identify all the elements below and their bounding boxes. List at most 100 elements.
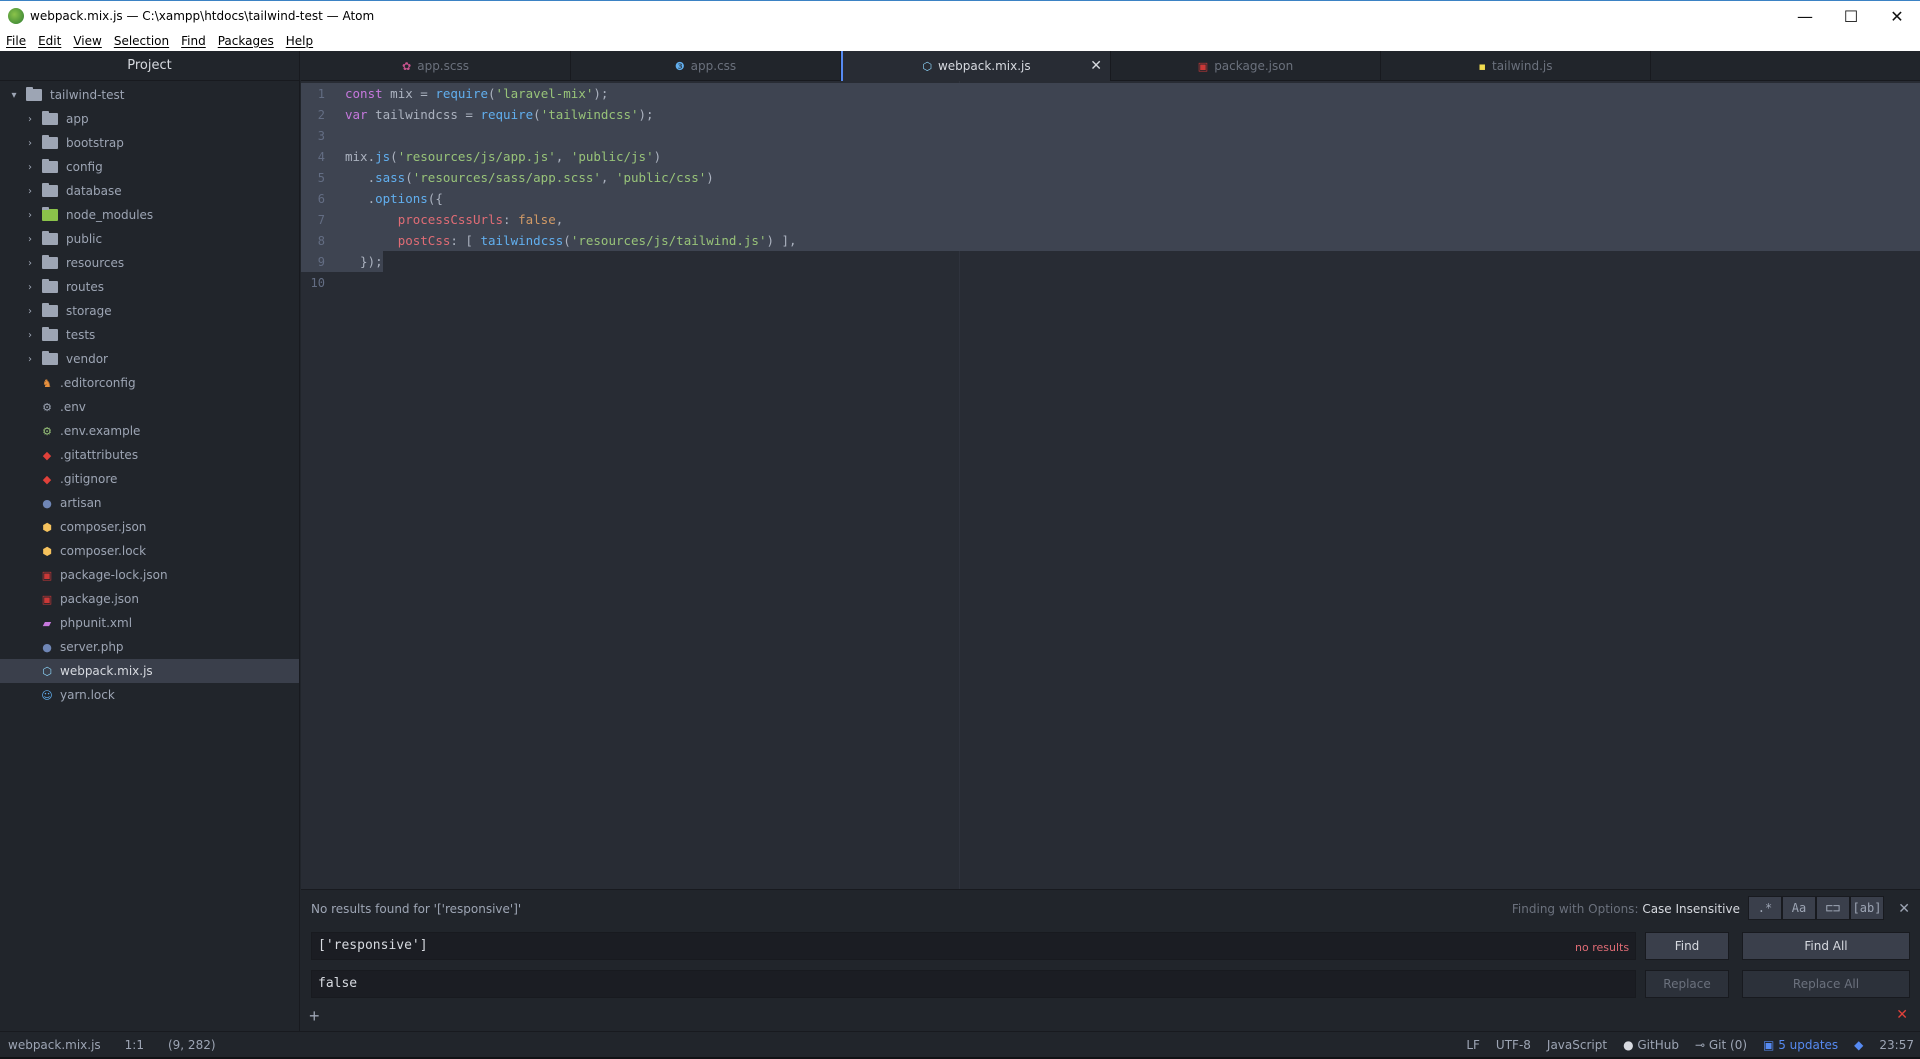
phpunit-icon: ▰ <box>42 616 52 630</box>
tab-webpack-mix-js[interactable]: ⬡ webpack.mix.js ✕ <box>841 51 1111 81</box>
github-label: GitHub <box>1637 1038 1679 1052</box>
tree-file-label: webpack.mix.js <box>60 664 153 678</box>
tree-file-label: .env.example <box>60 424 141 438</box>
tree-root[interactable]: ▾ tailwind-test <box>0 83 299 107</box>
menu-packages[interactable]: Packages <box>212 34 280 48</box>
case-sensitive-toggle[interactable]: Aa <box>1782 896 1816 920</box>
tree-file-item[interactable]: ⬢ composer.lock <box>0 539 299 563</box>
tree-folder-tests[interactable]: › tests <box>0 323 299 347</box>
tree-file-item[interactable]: ⚙ .env <box>0 395 299 419</box>
code-line[interactable]: 2 var tailwindcss = require('tailwindcss'… <box>301 104 1920 125</box>
status-file[interactable]: webpack.mix.js <box>8 1038 101 1052</box>
tab-package-json[interactable]: ▣ package.json <box>1111 51 1381 81</box>
status-right: LF UTF-8 JavaScript ● GitHub ⊸ Git (0) ▣… <box>1466 1032 1914 1058</box>
menu-edit[interactable]: Edit <box>32 34 67 48</box>
code-line[interactable]: 6 .options({ <box>301 188 1920 209</box>
tree-folder-database[interactable]: › database <box>0 179 299 203</box>
close-find-icon[interactable]: ✕ <box>1898 900 1910 917</box>
tree-folder-vendor[interactable]: › vendor <box>0 347 299 371</box>
tree-folder-label: config <box>66 160 103 174</box>
status-squirrel-icon[interactable]: ◆ <box>1854 1038 1863 1052</box>
tree-file-label: composer.lock <box>60 544 147 558</box>
line-number: 1 <box>317 86 325 101</box>
code-line[interactable]: 9 }); <box>301 251 383 272</box>
menu-view[interactable]: View <box>67 34 107 48</box>
whole-word-toggle[interactable]: [ab] <box>1850 896 1884 920</box>
code-line[interactable]: 4 mix.js('resources/js/app.js', 'public/j… <box>301 146 1920 167</box>
close-tab-icon[interactable]: ✕ <box>1090 58 1102 74</box>
tab-tailwind-js[interactable]: ▪ tailwind.js <box>1381 51 1651 81</box>
tree-file-item[interactable]: ◆ .gitignore <box>0 467 299 491</box>
tree-file-item[interactable]: ▰ phpunit.xml <box>0 611 299 635</box>
code-editor[interactable]: 1 const mix = require('laravel-mix'); 2 var… <box>301 81 1920 889</box>
find-message: No results found for '['responsive']' <box>311 902 522 916</box>
tree-folder-storage[interactable]: › storage <box>0 299 299 323</box>
in-selection-toggle[interactable]: ⊏⊐ <box>1816 896 1850 920</box>
close-window-button[interactable]: ✕ <box>1874 1 1920 31</box>
code-line[interactable]: 3 <box>301 125 1920 146</box>
editorconfig-icon: ♞ <box>42 376 52 390</box>
tab-app-scss[interactable]: ✿ app.scss <box>301 51 571 81</box>
code-line[interactable]: 5 .sass('resources/sass/app.scss', 'publ… <box>301 167 1920 188</box>
git-icon: ◆ <box>42 448 52 462</box>
code-line[interactable]: 8 postCss: [ tailwindcss('resources/js/t… <box>301 230 1920 251</box>
find-options-value: Case Insensitive <box>1642 902 1740 916</box>
tree-folder-config[interactable]: › config <box>0 155 299 179</box>
code-text: var tailwindcss = require('tailwindcss')… <box>345 107 654 122</box>
menu-help[interactable]: Help <box>280 34 319 48</box>
tree-file-item[interactable]: ▣ package-lock.json <box>0 563 299 587</box>
status-cursor[interactable]: 1:1 <box>125 1038 144 1052</box>
tab-app-css[interactable]: ❸ app.css <box>571 51 841 81</box>
status-grammar[interactable]: JavaScript <box>1547 1038 1607 1052</box>
tree-file-item[interactable]: ♞ .editorconfig <box>0 371 299 395</box>
tree-file-item[interactable]: ⚙ .env.example <box>0 419 299 443</box>
tree-file-item[interactable]: ● server.php <box>0 635 299 659</box>
status-line-ending[interactable]: LF <box>1466 1038 1480 1052</box>
tree-folder-label: tests <box>66 328 96 342</box>
minimize-button[interactable]: — <box>1782 1 1828 31</box>
js-icon: ▪ <box>1478 59 1486 73</box>
code-line[interactable]: 7 processCssUrls: false, <box>301 209 1920 230</box>
menu-find[interactable]: Find <box>175 34 212 48</box>
git-commit-icon: ⊸ <box>1694 1038 1706 1052</box>
regex-toggle[interactable]: .* <box>1748 896 1782 920</box>
line-number: 8 <box>317 233 325 248</box>
code-line[interactable]: 1 const mix = require('laravel-mix'); <box>301 83 1920 104</box>
tree-file-item[interactable]: ◆ .gitattributes <box>0 443 299 467</box>
tree-file-item[interactable]: ☺ yarn.lock <box>0 683 299 707</box>
close-panel-icon[interactable]: ✕ <box>1896 1006 1908 1023</box>
status-updates[interactable]: ▣ 5 updates <box>1763 1038 1838 1052</box>
tree-folder-bootstrap[interactable]: › bootstrap <box>0 131 299 155</box>
tree-folder-label: resources <box>66 256 125 270</box>
status-github[interactable]: ● GitHub <box>1623 1038 1679 1052</box>
replace-input[interactable]: false <box>311 970 1636 998</box>
replace-all-button[interactable]: Replace All <box>1742 970 1910 998</box>
tree-folder-routes[interactable]: › routes <box>0 275 299 299</box>
tree-file-item[interactable]: ⬡ webpack.mix.js <box>0 659 299 683</box>
tree-folder-public[interactable]: › public <box>0 227 299 251</box>
status-git[interactable]: ⊸ Git (0) <box>1695 1038 1747 1052</box>
tree-file-item[interactable]: ⬢ composer.json <box>0 515 299 539</box>
tree-folder-app[interactable]: › app <box>0 107 299 131</box>
plus-icon[interactable]: + <box>309 1006 320 1027</box>
find-all-button[interactable]: Find All <box>1742 932 1910 960</box>
find-input[interactable]: ['responsive'] <box>311 932 1636 960</box>
tree-header: Project <box>0 51 299 81</box>
tree-folder-node_modules[interactable]: › node_modules <box>0 203 299 227</box>
maximize-button[interactable]: ☐ <box>1828 1 1874 31</box>
code-line[interactable]: 10 <box>301 272 1920 293</box>
menu-file[interactable]: File <box>0 34 32 48</box>
replace-button[interactable]: Replace <box>1645 970 1729 998</box>
folder-icon <box>42 303 58 317</box>
project-tree-panel: Project ▾ tailwind-test › app › bootstrap › c… <box>0 51 300 1031</box>
npm-icon: ▣ <box>41 568 53 582</box>
php-icon: ● <box>42 640 52 654</box>
status-selection: (9, 282) <box>167 1037 216 1052</box>
tree-file-item[interactable]: ● artisan <box>0 491 299 515</box>
menu-selection[interactable]: Selection <box>108 34 175 48</box>
webpack-icon: ⬡ <box>42 664 52 678</box>
status-encoding[interactable]: UTF-8 <box>1496 1038 1531 1052</box>
tree-file-item[interactable]: ▣ package.json <box>0 587 299 611</box>
find-button[interactable]: Find <box>1645 932 1729 960</box>
tree-folder-resources[interactable]: › resources <box>0 251 299 275</box>
